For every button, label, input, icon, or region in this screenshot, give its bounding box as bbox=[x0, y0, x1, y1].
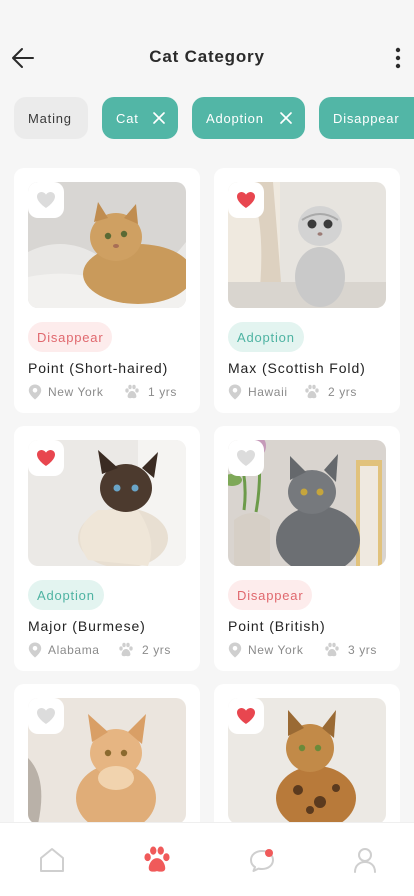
cat-location: Hawaii bbox=[248, 385, 288, 399]
close-icon[interactable] bbox=[279, 111, 293, 125]
filter-chip-cat[interactable]: Cat bbox=[102, 97, 178, 139]
cat-location: New York bbox=[48, 385, 104, 399]
app-header: Cat Category bbox=[0, 0, 414, 90]
favorite-button[interactable] bbox=[28, 698, 64, 734]
paw-active-icon bbox=[144, 846, 170, 872]
heart-outline-icon bbox=[236, 449, 256, 467]
heart-outline-icon bbox=[36, 707, 56, 725]
more-vertical-icon bbox=[395, 47, 401, 69]
user-icon bbox=[354, 848, 376, 873]
notification-dot bbox=[265, 849, 273, 857]
chat-bubble-icon bbox=[250, 849, 274, 872]
cat-age: 2 yrs bbox=[142, 643, 172, 657]
cat-name: Major (Burmese) bbox=[28, 618, 146, 634]
filter-chip-disappear[interactable]: Disappear bbox=[319, 97, 414, 139]
status-badge: Adoption bbox=[228, 322, 304, 352]
paw-tab[interactable] bbox=[142, 845, 172, 875]
heart-filled-icon bbox=[236, 707, 256, 725]
status-badge: Disappear bbox=[228, 580, 313, 610]
more-options-button[interactable] bbox=[390, 45, 406, 71]
cat-card[interactable]: Disappear Point (Short-haired) New York … bbox=[14, 168, 200, 413]
bottom-tab-bar bbox=[0, 822, 414, 896]
page-title: Cat Category bbox=[149, 47, 265, 66]
paw-icon bbox=[124, 384, 140, 400]
cat-age: 1 yrs bbox=[148, 385, 178, 399]
paw-icon bbox=[118, 642, 134, 658]
location-pin-icon bbox=[228, 642, 242, 658]
location-pin-icon bbox=[228, 384, 242, 400]
favorite-button[interactable] bbox=[228, 698, 264, 734]
home-tab[interactable] bbox=[37, 845, 67, 875]
cat-card[interactable]: Adoption Major (Burmese) Alabama 2 yrs bbox=[14, 426, 200, 671]
filter-chip-label: Adoption bbox=[206, 110, 264, 126]
cat-card[interactable]: Adoption Max (Scottish Fold) Hawaii 2 yr… bbox=[214, 168, 400, 413]
profile-tab[interactable] bbox=[350, 845, 380, 875]
cat-location: Alabama bbox=[48, 643, 100, 657]
heart-outline-icon bbox=[36, 191, 56, 209]
cat-age: 3 yrs bbox=[348, 643, 378, 657]
heart-filled-icon bbox=[36, 449, 56, 467]
location-pin-icon bbox=[28, 642, 42, 658]
cat-card[interactable]: Disappear Point (British) New York 3 yrs bbox=[214, 426, 400, 671]
cat-location: New York bbox=[248, 643, 304, 657]
cat-name: Point (British) bbox=[228, 618, 326, 634]
paw-icon bbox=[304, 384, 320, 400]
paw-icon bbox=[324, 642, 340, 658]
cat-age: 2 yrs bbox=[328, 385, 358, 399]
close-icon[interactable] bbox=[152, 111, 166, 125]
status-badge: Adoption bbox=[28, 580, 104, 610]
favorite-button[interactable] bbox=[28, 182, 64, 218]
filter-chip-label: Disappear bbox=[333, 110, 400, 126]
location-pin-icon bbox=[28, 384, 42, 400]
filter-chip-label: Mating bbox=[28, 110, 72, 126]
home-icon bbox=[40, 848, 64, 872]
filter-chips: Mating Cat Adoption Disappear bbox=[0, 97, 414, 139]
heart-filled-icon bbox=[236, 191, 256, 209]
favorite-button[interactable] bbox=[228, 440, 264, 476]
favorite-button[interactable] bbox=[28, 440, 64, 476]
messages-tab[interactable] bbox=[247, 845, 277, 875]
cat-name: Point (Short-haired) bbox=[28, 360, 169, 376]
cat-name: Max (Scottish Fold) bbox=[228, 360, 366, 376]
status-badge: Disappear bbox=[28, 322, 113, 352]
filter-chip-adoption[interactable]: Adoption bbox=[192, 97, 305, 139]
favorite-button[interactable] bbox=[228, 182, 264, 218]
filter-chip-label: Cat bbox=[116, 110, 139, 126]
filter-chip-mating[interactable]: Mating bbox=[14, 97, 88, 139]
